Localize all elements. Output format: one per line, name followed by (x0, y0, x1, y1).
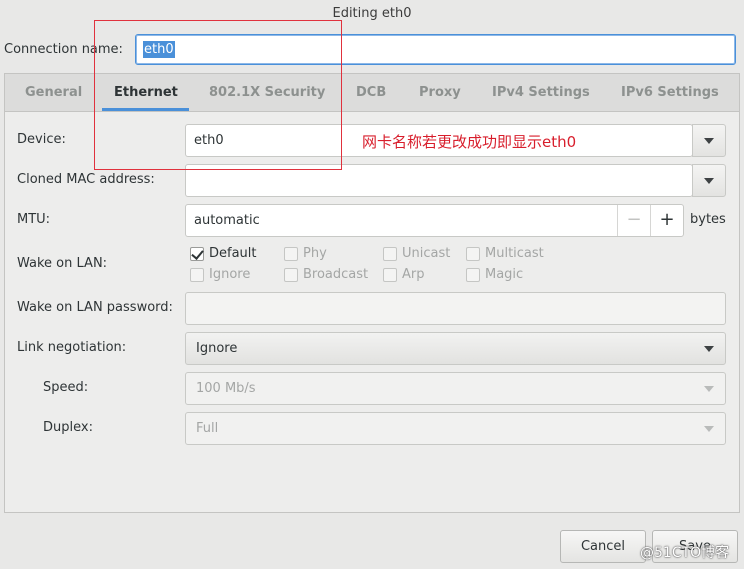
annotation-highlight-box (94, 20, 342, 170)
wol-magic-checkbox[interactable] (466, 268, 480, 282)
mtu-unit: bytes (690, 212, 726, 227)
mtu-decrement-button[interactable]: − (617, 205, 650, 236)
link-negotiation-label: Link negotiation: (17, 340, 127, 355)
duplex-select[interactable]: Full (185, 412, 726, 445)
wake-on-lan-label: Wake on LAN: (17, 256, 108, 271)
device-dropdown-button[interactable] (692, 124, 726, 157)
wol-multicast-checkbox[interactable] (466, 247, 480, 261)
tab-general[interactable]: General (25, 85, 82, 100)
speed-label: Speed: (43, 380, 89, 395)
cloned-mac-dropdown-button[interactable] (692, 164, 726, 197)
cancel-button[interactable]: Cancel (560, 530, 646, 563)
mtu-label: MTU: (17, 212, 51, 227)
device-label: Device: (17, 132, 66, 147)
wol-ignore-label: Ignore (209, 267, 251, 282)
mtu-increment-button[interactable]: + (650, 205, 683, 236)
chevron-down-icon (704, 386, 714, 392)
wol-phy-label: Phy (303, 246, 327, 261)
speed-value: 100 Mb/s (196, 381, 256, 396)
wol-multicast-label: Multicast (485, 246, 544, 261)
window-title: Editing eth0 (332, 6, 412, 21)
wol-default-label: Default (209, 246, 257, 261)
duplex-value: Full (196, 421, 219, 436)
wol-default-checkbox[interactable] (190, 247, 204, 261)
wol-phy-checkbox[interactable] (284, 247, 298, 261)
wol-password-input[interactable] (185, 292, 726, 325)
wol-password-label: Wake on LAN password: (17, 300, 173, 315)
watermark: @51CTO博客 (640, 545, 730, 561)
link-negotiation-select[interactable]: Ignore (185, 332, 726, 365)
wol-magic-label: Magic (485, 267, 524, 282)
wol-arp-label: Arp (402, 267, 425, 282)
duplex-label: Duplex: (43, 420, 93, 435)
link-negotiation-value: Ignore (196, 341, 238, 356)
annotation-text: 网卡名称若更改成功即显示eth0 (362, 133, 577, 151)
chevron-down-icon (704, 138, 714, 144)
cloned-mac-label: Cloned MAC address: (17, 172, 155, 187)
wol-unicast-label: Unicast (402, 246, 451, 261)
tab-ipv6-settings[interactable]: IPv6 Settings (621, 85, 719, 100)
wol-arp-checkbox[interactable] (383, 268, 397, 282)
chevron-down-icon (704, 346, 714, 352)
chevron-down-icon (704, 178, 714, 184)
tab-ipv4-settings[interactable]: IPv4 Settings (492, 85, 590, 100)
wol-broadcast-label: Broadcast (303, 267, 369, 282)
speed-select[interactable]: 100 Mb/s (185, 372, 726, 405)
chevron-down-icon (704, 426, 714, 432)
mtu-spinbutton[interactable]: automatic (185, 204, 684, 237)
wol-ignore-checkbox[interactable] (190, 268, 204, 282)
mtu-value: automatic (194, 213, 260, 228)
tab-dcb[interactable]: DCB (356, 85, 386, 100)
wol-unicast-checkbox[interactable] (383, 247, 397, 261)
tab-proxy[interactable]: Proxy (419, 85, 461, 100)
wol-broadcast-checkbox[interactable] (284, 268, 298, 282)
